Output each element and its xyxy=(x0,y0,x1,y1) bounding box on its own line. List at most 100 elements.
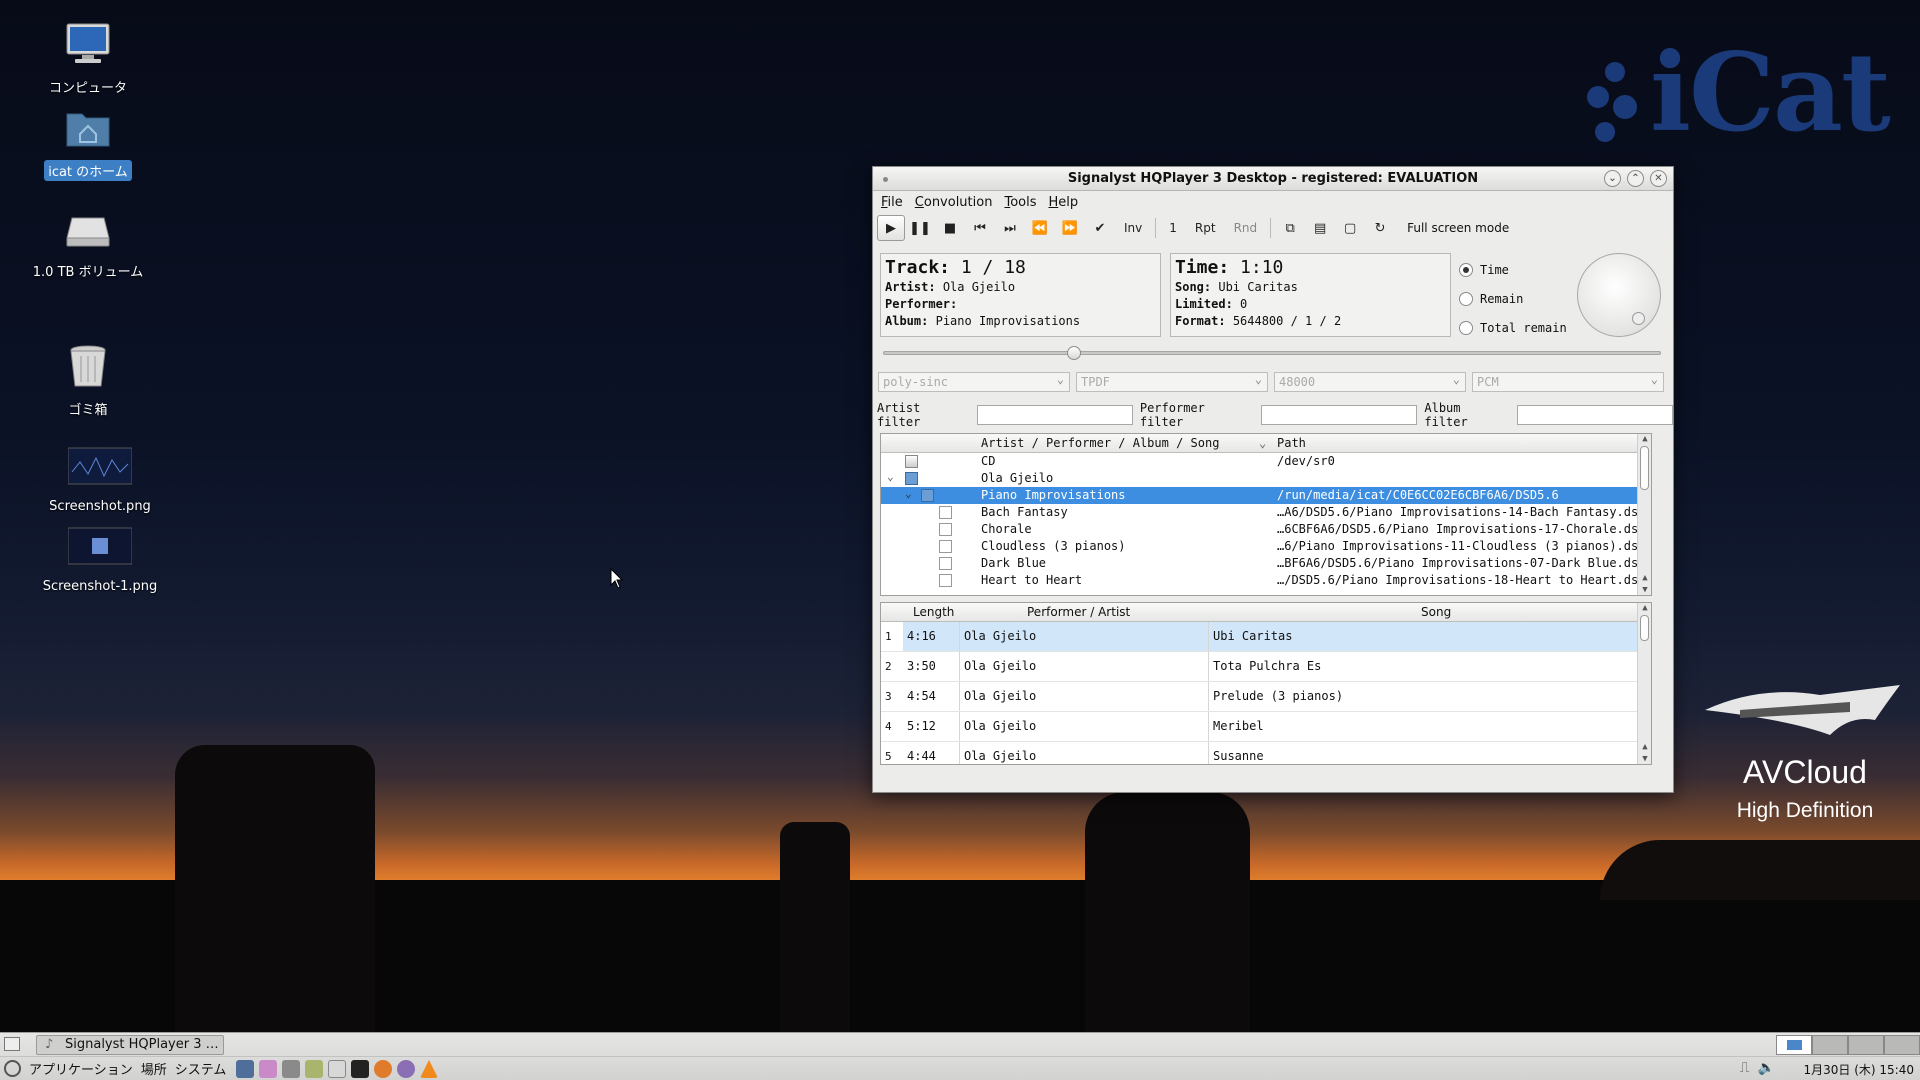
scroll-up-icon[interactable]: ▲ xyxy=(1638,603,1651,613)
library-row[interactable]: ⌄ Piano Improvisations /run/media/icat/C… xyxy=(881,487,1651,504)
playlist-row[interactable]: 1 4:16 Ola Gjeilo Ubi Caritas xyxy=(881,622,1651,652)
panel-clock[interactable]: 1月30日 (木) 15:40 xyxy=(1804,1061,1914,1078)
radio-time[interactable]: Time xyxy=(1459,255,1567,284)
forward-button[interactable]: ⏩ xyxy=(1055,215,1085,241)
playlist-col-song[interactable]: Song xyxy=(1421,605,1451,619)
sort-chevron-down-icon[interactable]: ⌄ xyxy=(1259,436,1266,450)
scroll-down-icon[interactable]: ▼ xyxy=(1638,585,1651,595)
launcher-icon[interactable] xyxy=(236,1060,254,1078)
window-titlebar[interactable]: Signalyst HQPlayer 3 Desktop - registere… xyxy=(873,167,1673,191)
workspace-1[interactable] xyxy=(1776,1035,1812,1055)
menu-tools[interactable]: Tools xyxy=(1002,195,1046,210)
volume-knob[interactable] xyxy=(1577,253,1661,337)
stop-button[interactable]: ■ xyxy=(935,215,965,241)
refresh-icon[interactable]: ↻ xyxy=(1365,215,1395,241)
library-scrollbar-thumb[interactable] xyxy=(1640,446,1649,490)
next-track-button[interactable]: ⏭ xyxy=(995,215,1025,241)
library-row[interactable]: Cloudless (3 pianos) …6/Piano Improvisat… xyxy=(881,538,1651,555)
minimize-button[interactable]: ⌄ xyxy=(1604,170,1621,187)
playlist-row[interactable]: 4 5:12 Ola Gjeilo Meribel xyxy=(881,712,1651,742)
check-icon[interactable]: ✔ xyxy=(1085,215,1115,241)
window-menu-dot[interactable] xyxy=(883,177,888,182)
desktop-icon-computer[interactable]: コンピュータ xyxy=(18,20,158,97)
repeat-count[interactable]: 1 xyxy=(1160,215,1186,241)
library-row[interactable]: CD /dev/sr0 xyxy=(881,453,1651,470)
menu-system[interactable]: システム xyxy=(175,1059,227,1078)
launcher-icon[interactable] xyxy=(397,1060,415,1078)
show-desktop-icon[interactable] xyxy=(4,1037,20,1051)
workspace-2[interactable] xyxy=(1812,1035,1848,1055)
scroll-down-icon[interactable]: ▼ xyxy=(1638,754,1651,764)
invert-button[interactable]: Inv xyxy=(1115,215,1151,241)
library-col-name[interactable]: Artist / Performer / Album / Song xyxy=(981,436,1219,450)
paste-icon[interactable]: ▤ xyxy=(1305,215,1335,241)
close-button[interactable]: ✕ xyxy=(1650,170,1667,187)
vlc-icon[interactable] xyxy=(420,1060,438,1078)
volume-icon[interactable]: 🔈 xyxy=(1758,1060,1775,1076)
desktop-icon-screenshot-1[interactable]: Screenshot-1.png xyxy=(30,522,170,595)
seek-slider-handle[interactable] xyxy=(1066,346,1081,360)
scroll-up-icon[interactable]: ▲ xyxy=(1638,573,1651,583)
playlist-scrollbar-thumb[interactable] xyxy=(1640,615,1649,641)
seek-slider[interactable] xyxy=(883,346,1661,360)
scroll-up-icon[interactable]: ▲ xyxy=(1638,742,1651,752)
desktop-icon-screenshot[interactable]: Screenshot.png xyxy=(30,442,170,515)
copy-icon[interactable]: ⧉ xyxy=(1275,215,1305,241)
play-button[interactable]: ▶ xyxy=(877,215,905,241)
repeat-button[interactable]: Rpt xyxy=(1186,215,1225,241)
expand-chevron-icon[interactable]: ⌄ xyxy=(887,470,894,483)
playlist-col-performer[interactable]: Performer / Artist xyxy=(1027,605,1130,619)
radio-remain[interactable]: Remain xyxy=(1459,284,1567,313)
launcher-icon[interactable] xyxy=(282,1060,300,1078)
taskbar-task-hqplayer[interactable]: ♪ Signalyst HQPlayer 3 … xyxy=(36,1035,224,1055)
album-filter-input[interactable] xyxy=(1517,405,1674,425)
previous-track-button[interactable]: ⏮ xyxy=(965,215,995,241)
library-row[interactable]: ⌄ Ola Gjeilo xyxy=(881,470,1651,487)
maximize-button[interactable]: ⌃ xyxy=(1627,170,1644,187)
fullscreen-mode-toggle[interactable]: Full screen mode xyxy=(1407,221,1509,235)
playlist-row[interactable]: 5 4:44 Ola Gjeilo Susanne xyxy=(881,742,1651,764)
performer-filter-input[interactable] xyxy=(1261,405,1418,425)
playlist-row[interactable]: 3 4:54 Ola Gjeilo Prelude (3 pianos) xyxy=(881,682,1651,712)
terminal-icon[interactable] xyxy=(351,1060,369,1078)
desktop-icon-drive[interactable]: 1.0 TB ボリューム xyxy=(18,204,158,281)
filter-select[interactable]: poly-sinc xyxy=(878,370,1070,392)
random-button[interactable]: Rnd xyxy=(1225,215,1267,241)
playlist-col-length[interactable]: Length xyxy=(913,605,954,619)
library-scrollbar[interactable]: ▲ ▲ ▼ xyxy=(1637,434,1651,595)
library-row[interactable]: Bach Fantasy …A6/DSD5.6/Piano Improvisat… xyxy=(881,504,1651,521)
mode-select[interactable]: PCM xyxy=(1472,370,1664,392)
scroll-up-icon[interactable]: ▲ xyxy=(1638,434,1651,444)
network-icon[interactable]: ⎍ xyxy=(1740,1060,1750,1076)
playlist-row-performer: Ola Gjeilo xyxy=(960,712,1209,741)
pause-button[interactable]: ❚❚ xyxy=(905,215,935,241)
dither-select[interactable]: TPDF xyxy=(1076,370,1268,392)
library-row[interactable]: Heart to Heart …/DSD5.6/Piano Improvisat… xyxy=(881,572,1651,589)
firefox-icon[interactable] xyxy=(374,1060,392,1078)
distro-logo-icon[interactable] xyxy=(4,1060,21,1077)
library-row[interactable]: Dark Blue …BF6A6/DSD5.6/Piano Improvisat… xyxy=(881,555,1651,572)
audio-file-icon xyxy=(939,523,952,536)
menu-places[interactable]: 場所 xyxy=(141,1059,167,1078)
rewind-button[interactable]: ⏪ xyxy=(1025,215,1055,241)
menu-applications[interactable]: アプリケーション xyxy=(29,1059,133,1078)
menu-convolution[interactable]: Convolution xyxy=(913,195,1003,210)
music-launcher-icon[interactable] xyxy=(259,1060,277,1078)
workspace-3[interactable] xyxy=(1848,1035,1884,1055)
library-col-path[interactable]: Path xyxy=(1277,436,1306,450)
launcher-icon[interactable] xyxy=(328,1060,346,1078)
menu-help[interactable]: Help xyxy=(1046,195,1088,210)
launcher-icon[interactable] xyxy=(305,1060,323,1078)
desktop-icon-trash[interactable]: ゴミ箱 xyxy=(18,342,158,419)
radio-total-remain[interactable]: Total remain xyxy=(1459,313,1567,342)
playlist-scrollbar[interactable]: ▲ ▲ ▼ xyxy=(1637,603,1651,764)
playlist-row[interactable]: 2 3:50 Ola Gjeilo Tota Pulchra Es xyxy=(881,652,1651,682)
menu-file[interactable]: File xyxy=(879,195,913,210)
desktop-icon-home[interactable]: icat のホーム xyxy=(18,104,158,181)
rate-select[interactable]: 48000 xyxy=(1274,370,1466,392)
expand-chevron-icon[interactable]: ⌄ xyxy=(905,487,912,500)
workspace-4[interactable] xyxy=(1884,1035,1920,1055)
library-row[interactable]: Chorale …6CBF6A6/DSD5.6/Piano Improvisat… xyxy=(881,521,1651,538)
select-icon[interactable]: ▢ xyxy=(1335,215,1365,241)
artist-filter-input[interactable] xyxy=(976,405,1133,425)
